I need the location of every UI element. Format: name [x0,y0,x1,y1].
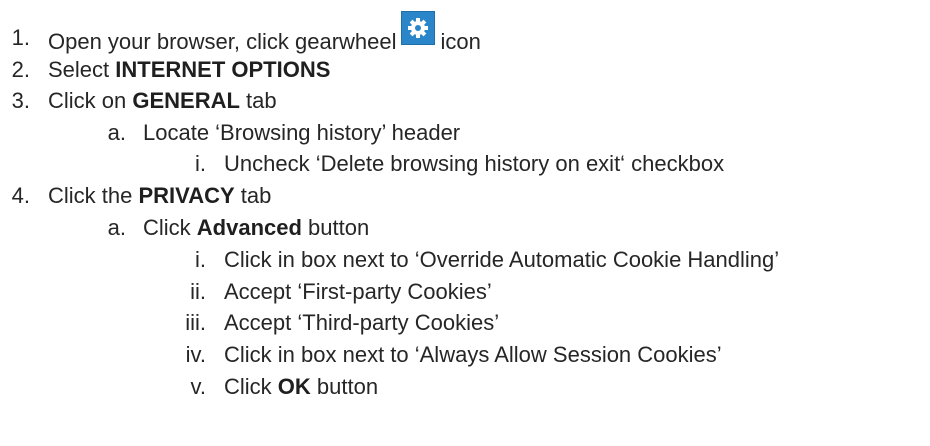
step-1-text: Open your browser, click gearwheel [48,29,397,54]
step-4a-iv-marker: iv. [185,342,206,367]
step-2-bold: INTERNET OPTIONS [115,57,331,82]
step-2-marker: 2. [11,57,30,82]
step-3a-i-marker: i. [195,151,206,176]
step-4a-marker: a. [107,215,126,240]
gear-icon [400,11,435,45]
step-2-text: Select [48,57,116,82]
step-3a-marker: a. [107,120,126,145]
step-1-after: icon [440,29,481,54]
step-4a-iii-text: Accept ‘Third-party Cookies’ [224,310,500,335]
step-4-bold: PRIVACY [138,183,235,208]
step-4a-after: button [301,215,370,240]
step-3-after: tab [239,88,277,113]
step-4-marker: 4. [11,183,30,208]
step-3-marker: 3. [11,88,30,113]
step-3a-text: Locate ‘Browsing history’ header [143,120,461,145]
step-4-after: tab [234,183,272,208]
step-4a-text: Click [143,215,197,240]
step-1-marker: 1. [11,25,30,50]
step-4-text: Click the [48,183,139,208]
step-4a-ii-marker: ii. [190,279,206,304]
step-4a-i-text: Click in box next to ‘Override Automatic… [224,247,780,272]
step-3a-i-text: Uncheck ‘Delete browsing history on exit… [224,151,725,176]
step-4a-v-bold: OK [277,374,311,399]
step-4a-iv-text: Click in box next to ‘Always Allow Sessi… [224,342,722,367]
step-3-text: Click on [48,88,133,113]
step-4a-v-after: button [310,374,379,399]
step-4a-ii-text: Accept ‘First-party Cookies’ [224,279,492,304]
step-4a-bold: Advanced [196,215,302,240]
step-3-bold: GENERAL [132,88,240,113]
step-4a-v-text: Click [224,374,278,399]
step-4a-v-marker: v. [190,374,206,399]
step-4a-i-marker: i. [195,247,206,272]
step-4a-iii-marker: iii. [185,310,206,335]
